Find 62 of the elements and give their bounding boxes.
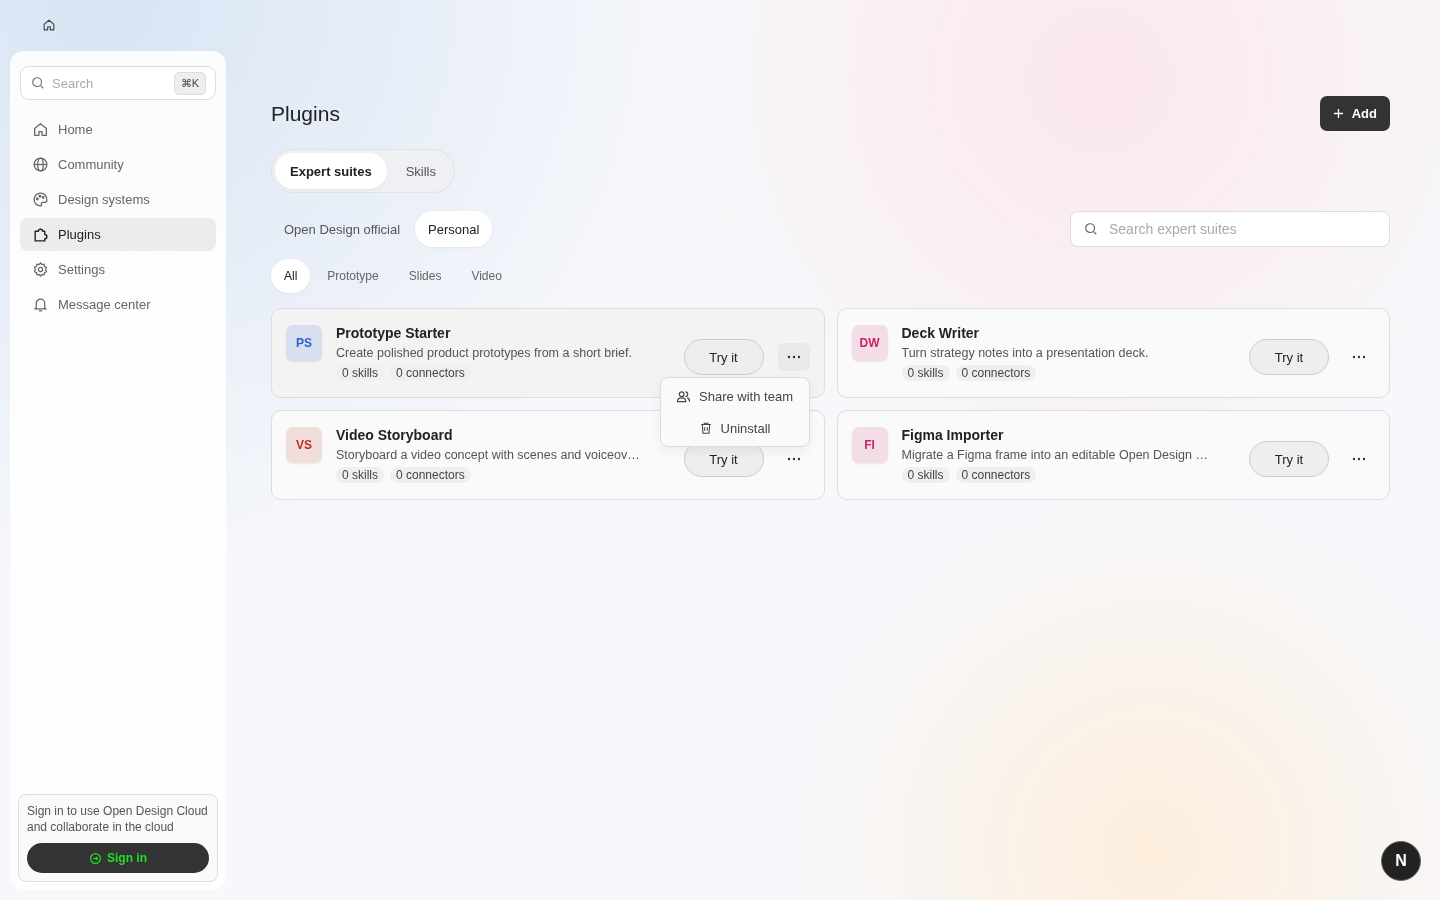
try-button[interactable]: Try it <box>1249 339 1329 375</box>
menu-item[interactable]: Uninstall <box>660 412 809 444</box>
connectors-count: 0 connectors <box>955 467 1037 483</box>
plugin-avatar: FI <box>851 427 888 463</box>
users-icon <box>676 388 692 404</box>
plugin-name: Video Storyboard <box>336 427 454 443</box>
bell-icon <box>32 296 49 313</box>
tab[interactable]: Expert suites <box>275 153 387 189</box>
sign-in-icon <box>89 851 102 865</box>
sidebar-item[interactable]: Message center <box>20 288 216 321</box>
connectors-count: 0 connectors <box>390 467 471 483</box>
category-filter[interactable]: All <box>271 259 311 293</box>
ellipsis-icon <box>786 355 801 359</box>
sidebar-item[interactable]: Home <box>20 113 216 146</box>
globe-icon <box>32 156 49 173</box>
skills-count: 0 skills <box>336 365 384 381</box>
plugin-avatar: DW <box>851 325 888 361</box>
plugin-description: Storyboard a video concept with scenes and voiceov… <box>336 448 641 462</box>
trash-icon <box>698 421 713 435</box>
palette-icon <box>32 191 49 208</box>
home-icon[interactable] <box>42 18 56 32</box>
puzzle-icon <box>32 226 49 243</box>
plugin-name: Figma Importer <box>901 427 1005 443</box>
sidebar-item[interactable]: Settings <box>20 253 216 286</box>
plugin-description: Migrate a Figma frame into an editable Open Design … <box>901 448 1209 462</box>
try-button[interactable]: Try it <box>1249 441 1329 477</box>
plus-icon <box>1332 108 1344 119</box>
settings-icon <box>32 261 49 278</box>
connectors-count: 0 connectors <box>955 365 1037 381</box>
search-field[interactable]: Search expert suites <box>1070 211 1390 247</box>
more-button[interactable] <box>777 343 810 371</box>
source-filter[interactable]: Personal <box>415 211 493 247</box>
ellipsis-icon <box>1352 355 1366 359</box>
source-filter[interactable]: Open Design official <box>271 211 414 247</box>
try-button[interactable]: Try it <box>683 339 764 375</box>
category-filter[interactable]: Video <box>458 259 515 293</box>
home-icon <box>32 121 49 138</box>
plugin-description: Turn strategy notes into a presentation deck. <box>901 346 1150 360</box>
sidebar-item[interactable]: Design systems <box>20 183 216 216</box>
assistant-button[interactable]: N <box>1381 841 1421 881</box>
shortcut-hint: ⌘K <box>173 72 206 95</box>
skills-count: 0 skills <box>901 467 950 483</box>
menu-item[interactable]: Share with team <box>660 380 809 412</box>
skills-count: 0 skills <box>336 467 384 483</box>
plugin-description: Create polished product prototypes from a short brief. <box>336 346 633 360</box>
plugin-avatar: PS <box>286 325 322 361</box>
sign-in-button[interactable]: Sign in <box>27 843 209 873</box>
skills-count: 0 skills <box>901 365 950 381</box>
ellipsis-icon <box>1352 457 1366 461</box>
sign-in-message: Sign in to use Open Design Cloud and collaborate in the cloud <box>27 803 209 835</box>
plugin-avatar: VS <box>286 427 322 463</box>
plugin-name: Deck Writer <box>901 325 981 341</box>
category-filter[interactable]: Prototype <box>314 259 392 293</box>
sidebar-item[interactable]: Plugins <box>20 218 216 251</box>
category-filter[interactable]: Slides <box>395 259 455 293</box>
connectors-count: 0 connectors <box>390 365 471 381</box>
add-button[interactable]: Add <box>1319 96 1390 131</box>
page-title: Plugins <box>271 101 340 126</box>
tab[interactable]: Skills <box>390 153 451 189</box>
ellipsis-icon <box>786 457 801 461</box>
plugin-name: Prototype Starter <box>336 325 452 341</box>
sidebar-item[interactable]: Community <box>20 148 216 181</box>
